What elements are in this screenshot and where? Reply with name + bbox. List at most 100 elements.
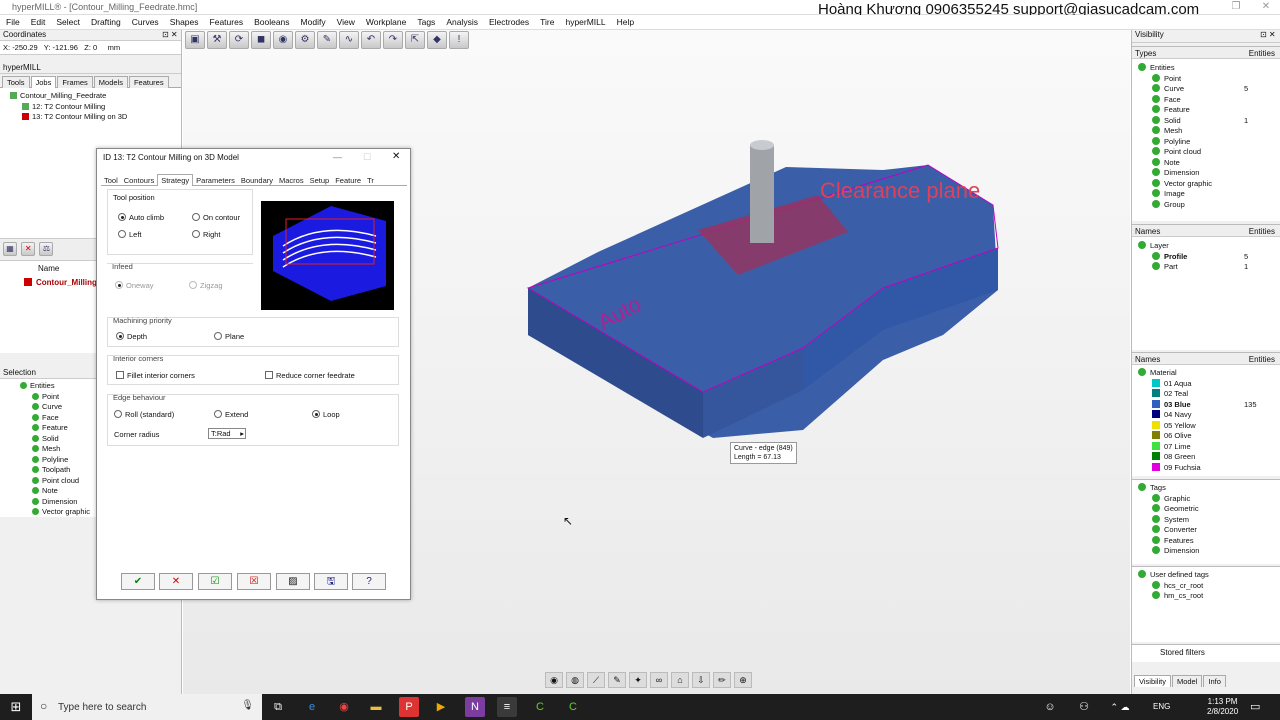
menu-item[interactable]: Select [50, 15, 85, 27]
tree-row[interactable]: Profile 5 [1132, 251, 1280, 263]
auto-climb-radio[interactable]: Auto climb [118, 213, 164, 222]
job-item[interactable]: Contour_Milling_Feedrate [10, 91, 181, 102]
glasses-icon[interactable]: ∞ [650, 672, 668, 688]
tree-row[interactable]: Point cloud [1132, 147, 1280, 158]
people-icon[interactable]: ⚇ [1074, 697, 1094, 717]
onenote-icon[interactable]: N [465, 697, 485, 717]
tree-row[interactable]: Part 1 [1132, 262, 1280, 273]
edit-icon[interactable]: ✎ [317, 31, 337, 49]
measure-icon[interactable]: ⟋ [587, 672, 605, 688]
menu-item[interactable]: Workplane [360, 15, 411, 27]
tree-row[interactable]: 07 Lime [1132, 441, 1280, 453]
user-avatar-icon[interactable]: ☺ [1040, 697, 1060, 717]
menu-item[interactable]: Edit [25, 15, 51, 27]
menu-item[interactable]: Drafting [85, 15, 126, 27]
tool-db-icon[interactable]: ⚒ [207, 31, 227, 49]
redo-icon[interactable]: ↷ [383, 31, 403, 49]
media-icon[interactable]: ▶ [431, 697, 451, 717]
tray-icons[interactable]: ⌃ ☁ ▭ ◡ ♪ [1110, 697, 1130, 717]
tree-row[interactable]: Vector graphic [1132, 178, 1280, 190]
fillet-checkbox[interactable]: Fillet interior corners [116, 371, 195, 380]
tree-row[interactable]: 04 Navy [1132, 410, 1280, 421]
extend-radio[interactable]: Extend [214, 410, 248, 419]
browser-tab[interactable]: Jobs [30, 76, 57, 88]
undo-icon[interactable]: ↶ [361, 31, 381, 49]
plane-radio[interactable]: Plane [214, 332, 244, 341]
select-icon[interactable]: ⇱ [405, 31, 425, 49]
tree-row[interactable]: hm_cs_root [1132, 591, 1280, 602]
browser-tab[interactable]: Features [128, 76, 169, 88]
stock-icon[interactable]: ◼ [251, 31, 271, 49]
notification-icon[interactable]: ▭ [1250, 700, 1260, 713]
stored-filters[interactable]: Stored filters [1132, 644, 1280, 662]
dialog-tab[interactable]: Setup [307, 175, 333, 186]
tree-row[interactable]: Layer [1132, 241, 1280, 252]
apply-calc-button[interactable]: ☑ [198, 573, 232, 590]
dialog-tab[interactable]: Parameters [193, 175, 238, 186]
tree-row[interactable]: 05 Yellow [1132, 420, 1280, 432]
browser-tab[interactable]: Models [93, 76, 128, 88]
grid-icon[interactable]: ▦ [3, 242, 17, 256]
tree-row[interactable]: Graphic [1132, 493, 1280, 505]
tree-row[interactable]: Feature [1132, 105, 1280, 116]
dialog-tab[interactable]: Tr [364, 175, 377, 186]
ok-button[interactable]: ✔ [121, 573, 155, 590]
tree-row[interactable]: 01 Aqua [1132, 378, 1280, 390]
tree-row[interactable]: Geometric [1132, 504, 1280, 515]
info-icon[interactable]: ! [449, 31, 469, 49]
camera-icon[interactable]: ⌂ [671, 672, 689, 688]
job-item[interactable]: 12: T2 Contour Milling [10, 102, 181, 113]
globe-icon[interactable]: ◍ [566, 672, 584, 688]
dialog-tab[interactable]: Feature [332, 175, 364, 186]
tree-row[interactable]: Solid 1 [1132, 115, 1280, 127]
pin-icon[interactable]: ⊡ ✕ [162, 30, 178, 39]
view-icon[interactable]: ▣ [185, 31, 205, 49]
pin-icon[interactable]: ⊡ ✕ [1260, 30, 1276, 39]
tree-row[interactable]: Face [1132, 94, 1280, 106]
tree-row[interactable]: Tags [1132, 483, 1280, 494]
dialog-tab[interactable]: Strategy [157, 174, 194, 186]
tree-row[interactable]: hcs_cr_root [1132, 580, 1280, 592]
delete-icon[interactable]: ✕ [21, 242, 36, 256]
help-button[interactable]: ? [352, 573, 386, 590]
menu-item[interactable]: Tire [534, 15, 559, 27]
pencil-icon[interactable]: ✏ [713, 672, 731, 688]
language-indicator[interactable]: ENG [1153, 702, 1170, 711]
task-view-icon[interactable]: ⧉ [268, 697, 288, 717]
depth-radio[interactable]: Depth [116, 332, 147, 341]
loop-radio[interactable]: Loop [312, 410, 340, 419]
tree-row[interactable]: Features [1132, 535, 1280, 547]
arrow-tool-icon[interactable]: ⇩ [692, 672, 710, 688]
calculate-icon[interactable]: ⟳ [229, 31, 249, 49]
tree-row[interactable]: Mesh [1132, 126, 1280, 137]
menu-item[interactable]: Booleans [248, 15, 294, 27]
corner-radius-field[interactable]: T:Rad ▸ [208, 428, 246, 439]
shade-mode-icon[interactable]: ◉ [545, 672, 563, 688]
save-button[interactable]: 🖫 [314, 573, 348, 590]
dialog-tab[interactable]: Contours [121, 175, 157, 186]
tree-row[interactable]: Dimension [1132, 168, 1280, 179]
machine-icon[interactable]: ⚙ [295, 31, 315, 49]
tree-row[interactable]: 06 Olive [1132, 431, 1280, 442]
tree-row[interactable]: Entities [1132, 63, 1280, 74]
tree-row[interactable]: User defined tags [1132, 570, 1280, 581]
tree-row[interactable]: System [1132, 514, 1280, 526]
job-item[interactable]: 13: T2 Contour Milling on 3D [10, 112, 181, 123]
discard-button[interactable]: ☒ [237, 573, 271, 590]
crosshair-icon[interactable]: ⊕ [734, 672, 752, 688]
simulate-icon[interactable]: ◉ [273, 31, 293, 49]
menu-item[interactable]: View [331, 15, 360, 27]
menu-item[interactable]: File [0, 15, 25, 27]
visibility-tab[interactable]: Visibility [1134, 675, 1171, 687]
tree-row[interactable]: Material [1132, 368, 1280, 379]
microphone-icon[interactable]: 🎙 [241, 700, 254, 711]
on-contour-radio[interactable]: On contour [192, 213, 240, 222]
tree-row[interactable]: Group [1132, 199, 1280, 211]
camtasia-icon[interactable]: C [530, 697, 550, 717]
menu-item[interactable]: Tags [411, 15, 440, 27]
tree-row[interactable]: Curve 5 [1132, 84, 1280, 95]
tree-row[interactable]: Point [1132, 73, 1280, 85]
menu-item[interactable]: Electrodes [483, 15, 534, 27]
left-radio[interactable]: Left [118, 230, 142, 239]
minimize-icon[interactable]: — [333, 152, 342, 162]
